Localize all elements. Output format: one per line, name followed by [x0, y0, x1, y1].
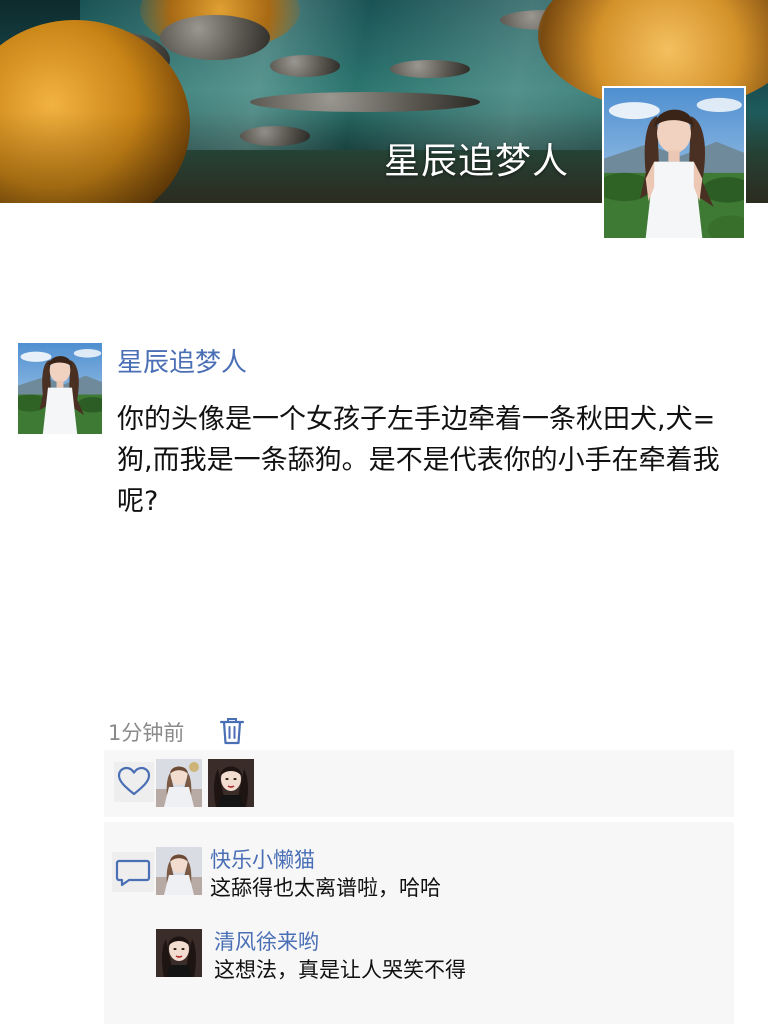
trash-icon	[219, 718, 245, 745]
profile-avatar[interactable]	[602, 86, 746, 240]
likes-panel	[104, 750, 734, 817]
like-button[interactable]	[114, 762, 154, 802]
avatar-image	[156, 847, 202, 895]
commenter-name[interactable]: 清风徐来哟	[214, 926, 319, 956]
commenter-name[interactable]: 快乐小懒猫	[210, 844, 315, 874]
cover-username: 星辰追梦人	[384, 141, 570, 182]
avatar-image	[208, 759, 254, 807]
delete-button[interactable]	[218, 716, 246, 746]
avatar-image	[604, 88, 744, 238]
post-content: 你的头像是一个女孩子左手边牵着一条秋田犬,犬=狗,而我是一条舔狗。是不是代表你的…	[117, 404, 720, 517]
avatar-image	[156, 929, 202, 977]
avatar-image	[156, 759, 202, 807]
liker-avatar[interactable]	[156, 759, 202, 807]
commenter-avatar[interactable]	[156, 929, 202, 977]
commenter-avatar[interactable]	[156, 847, 202, 895]
comment-icon	[115, 859, 151, 887]
comments-panel: 快乐小懒猫 这舔得也太离谱啦，哈哈 清风徐来哟 这想法，真是让人哭笑不得	[104, 822, 734, 1024]
comment-text: 这舔得也太离谱啦，哈哈	[210, 876, 441, 900]
avatar-image	[18, 343, 102, 434]
heart-icon	[117, 766, 151, 796]
post-timestamp: 1分钟前	[108, 721, 185, 745]
comment-text: 这想法，真是让人哭笑不得	[214, 958, 466, 982]
post-author-avatar[interactable]	[18, 343, 102, 434]
liker-avatar[interactable]	[208, 759, 254, 807]
comment-button[interactable]	[112, 852, 154, 892]
post-author-name[interactable]: 星辰追梦人	[117, 342, 247, 379]
